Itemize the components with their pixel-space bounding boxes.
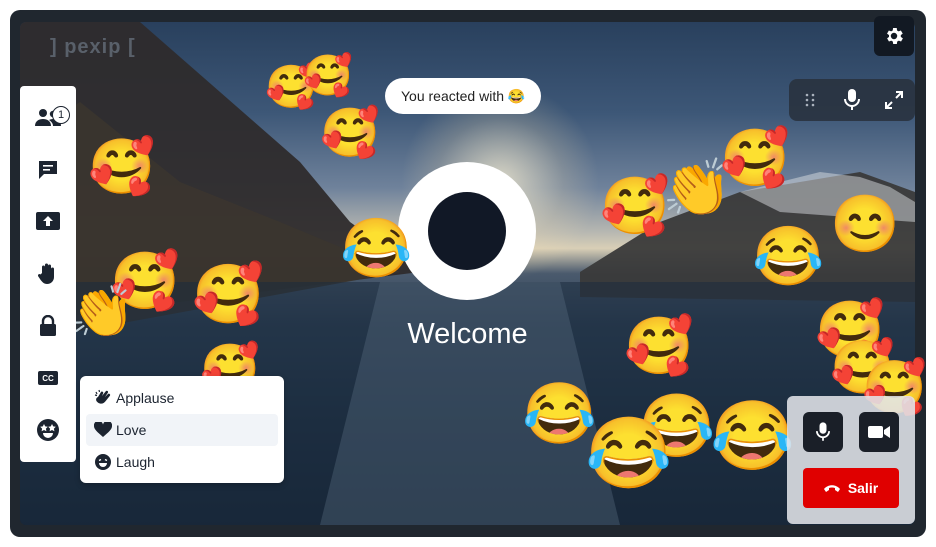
- captions-label: CC: [42, 373, 54, 383]
- settings-button[interactable]: [874, 16, 914, 56]
- laugh-emoji: 😂: [710, 398, 795, 474]
- camera-icon: [868, 426, 890, 438]
- love-emoji: 🥰: [88, 137, 156, 197]
- sidebar: 1 CC: [20, 86, 76, 462]
- share-screen-icon: [36, 212, 60, 230]
- sidebar-item-reactions[interactable]: [20, 410, 76, 450]
- menu-item-love[interactable]: Love: [86, 414, 278, 446]
- camera-button[interactable]: [859, 412, 899, 452]
- laugh-emoji: 😂: [340, 216, 413, 281]
- love-emoji: 🥰: [720, 126, 790, 189]
- menu-item-label: Applause: [116, 390, 175, 406]
- laugh-emoji: 😂: [585, 414, 673, 492]
- love-emoji: 🥰: [303, 54, 353, 98]
- sidebar-item-chat[interactable]: [20, 150, 76, 190]
- joy-emoji: 😊: [830, 192, 900, 255]
- laugh-emoji: 😂: [752, 224, 825, 289]
- microphone-icon: [816, 422, 830, 441]
- menu-item-laugh[interactable]: Laugh: [86, 446, 278, 478]
- raise-hand-icon: [38, 263, 54, 284]
- meeting-window: ] pexip [ You reacted with 😂 Welcome 🥰 🥰…: [10, 10, 926, 537]
- leave-label: Salir: [847, 480, 879, 496]
- love-emoji: 🥰: [320, 107, 380, 160]
- self-view-panel: Salir: [787, 396, 915, 524]
- reaction-toast: You reacted with 😂: [385, 78, 542, 114]
- love-emoji: 🥰: [624, 314, 694, 377]
- love-emoji: 🥰: [600, 174, 670, 237]
- microphone-icon[interactable]: [837, 85, 867, 115]
- menu-item-label: Laugh: [116, 454, 155, 470]
- top-controls: [789, 79, 915, 121]
- sidebar-item-captions[interactable]: CC: [20, 358, 76, 398]
- sidebar-item-raise-hand[interactable]: [20, 254, 76, 294]
- heart-icon: [94, 422, 112, 437]
- drag-handle-icon[interactable]: [795, 85, 825, 115]
- participants-badge: 1: [52, 106, 70, 124]
- applause-emoji: 👏: [70, 283, 135, 341]
- star-eyes-icon: [37, 419, 59, 441]
- welcome-text: Welcome: [407, 318, 528, 350]
- avatar-core: [428, 192, 506, 270]
- sidebar-item-share[interactable]: [20, 202, 76, 242]
- hangup-icon: [823, 485, 840, 492]
- gear-icon: [887, 28, 903, 44]
- chat-icon: [39, 161, 57, 179]
- avatar: [398, 162, 536, 300]
- laugh-icon: [95, 454, 111, 470]
- lock-icon: [40, 315, 56, 336]
- reactions-menu: Applause Love Laugh: [80, 376, 284, 483]
- fullscreen-icon[interactable]: [879, 85, 909, 115]
- leave-button[interactable]: Salir: [803, 468, 899, 508]
- sidebar-item-lock[interactable]: [20, 306, 76, 346]
- menu-item-applause[interactable]: Applause: [86, 382, 278, 414]
- menu-item-label: Love: [116, 422, 147, 438]
- pexip-logo: ] pexip [: [50, 36, 136, 58]
- sidebar-item-participants[interactable]: 1: [20, 98, 76, 138]
- love-emoji: 🥰: [192, 262, 265, 327]
- applause-icon: [94, 389, 111, 404]
- captions-icon: CC: [38, 371, 58, 385]
- mute-mic-button[interactable]: [803, 412, 843, 452]
